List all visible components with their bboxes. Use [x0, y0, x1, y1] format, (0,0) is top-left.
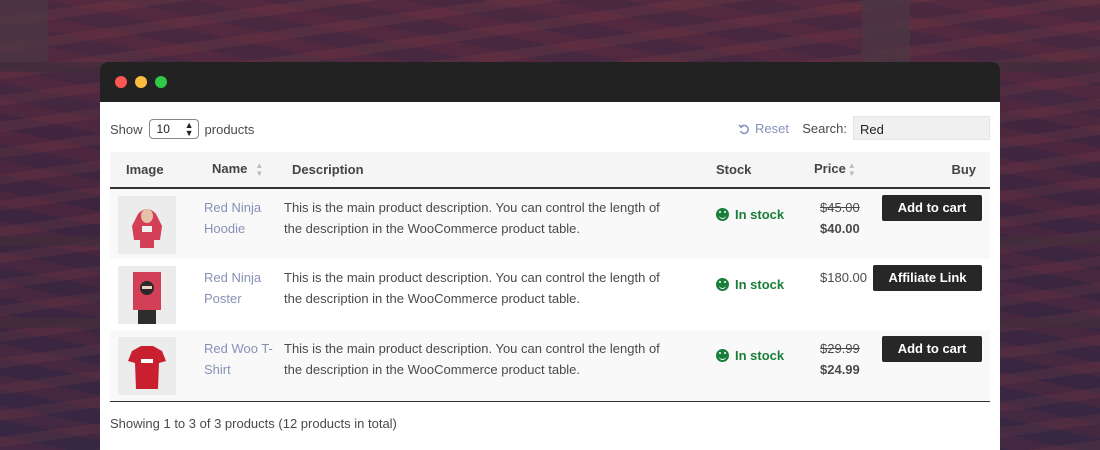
table-row: Red Ninja Poster This is the main product… [110, 259, 990, 330]
table-header-row: Image Name ▲ ▼ Description Stock Price ▲ ▼ B… [110, 152, 990, 188]
table-controls: Show 10 ▲ ▼ products Reset Search: Red [110, 102, 990, 152]
product-description: This is the main product description. Yo… [284, 270, 660, 306]
product-image-cell [110, 259, 204, 330]
search-label: Search: [802, 120, 847, 136]
stock-cell: In stock [704, 188, 808, 259]
product-description: This is the main product description. Yo… [284, 200, 660, 236]
column-header-image[interactable]: Image [110, 152, 204, 188]
product-image-cell [110, 330, 204, 401]
column-header-description[interactable]: Description [284, 152, 704, 188]
column-header-name[interactable]: Name ▲ ▼ [204, 152, 284, 188]
page-length-control: Show 10 ▲ ▼ products [110, 119, 254, 139]
stock-cell: In stock [704, 330, 808, 401]
reset-icon [738, 123, 749, 134]
column-header-price[interactable]: Price ▲ ▼ [808, 152, 872, 188]
products-label: products [204, 121, 255, 137]
in-stock-smiley-icon [716, 278, 729, 291]
affiliate-link-button[interactable]: Affiliate Link [873, 265, 982, 291]
regular-price: $29.99 [820, 341, 860, 356]
column-header-buy[interactable]: Buy [872, 152, 990, 188]
in-stock-smiley-icon [716, 349, 729, 362]
sale-price: $40.00 [820, 221, 860, 236]
page-length-value: 10 [156, 122, 170, 136]
buy-cell: Affiliate Link [872, 259, 990, 330]
tshirt-image[interactable] [118, 337, 176, 395]
product-table: Image Name ▲ ▼ Description Stock Price ▲ ▼ B… [110, 152, 990, 401]
product-table-wrapper: Show 10 ▲ ▼ products Reset Search: Red I… [100, 102, 1000, 431]
buy-cell: Add to cart [872, 188, 990, 259]
product-name-link[interactable]: Red Ninja Poster [204, 259, 284, 330]
table-info: Showing 1 to 3 of 3 products (12 product… [110, 416, 397, 431]
reset-link[interactable]: Reset [738, 121, 789, 136]
reset-label: Reset [755, 121, 789, 136]
stock-status: In stock [735, 207, 785, 222]
table-row: Red Woo T- Shirt This is the main product… [110, 330, 990, 401]
maximize-window-button[interactable] [155, 76, 167, 88]
sale-price: $24.99 [820, 362, 860, 377]
sort-arrows-icon: ▲ ▼ [255, 160, 264, 178]
product-name-link[interactable]: Red Woo T- Shirt [204, 330, 284, 401]
price-cell: $180.00 [808, 259, 872, 330]
poster-image[interactable] [118, 266, 176, 324]
regular-price: $45.00 [820, 200, 860, 215]
price: $180.00 [820, 270, 867, 285]
select-arrows-icon: ▲ ▼ [184, 120, 194, 138]
show-label: Show [110, 121, 143, 137]
buy-cell: Add to cart [872, 330, 990, 401]
column-header-stock[interactable]: Stock [704, 152, 808, 188]
stock-status: In stock [735, 277, 785, 292]
browser-window: Show 10 ▲ ▼ products Reset Search: Red I… [100, 62, 1000, 450]
price-cell: $29.99 $24.99 [808, 330, 872, 401]
product-image-cell [110, 188, 204, 259]
sort-arrows-icon: ▲ ▼ [847, 160, 856, 178]
close-window-button[interactable] [115, 76, 127, 88]
add-to-cart-button[interactable]: Add to cart [882, 195, 982, 221]
window-titlebar [100, 62, 1000, 102]
minimize-window-button[interactable] [135, 76, 147, 88]
table-row: Red Ninja Hoodie This is the main product… [110, 188, 990, 259]
search-input[interactable]: Red [853, 116, 990, 140]
product-description: This is the main product description. Yo… [284, 341, 660, 377]
stock-status: In stock [735, 348, 785, 363]
hoodie-image[interactable] [118, 196, 176, 254]
stock-cell: In stock [704, 259, 808, 330]
in-stock-smiley-icon [716, 208, 729, 221]
search-control: Search: Red [802, 116, 990, 140]
price-cell: $45.00 $40.00 [808, 188, 872, 259]
page-length-select[interactable]: 10 ▲ ▼ [148, 119, 199, 139]
add-to-cart-button[interactable]: Add to cart [882, 336, 982, 362]
product-name-link[interactable]: Red Ninja Hoodie [204, 188, 284, 259]
